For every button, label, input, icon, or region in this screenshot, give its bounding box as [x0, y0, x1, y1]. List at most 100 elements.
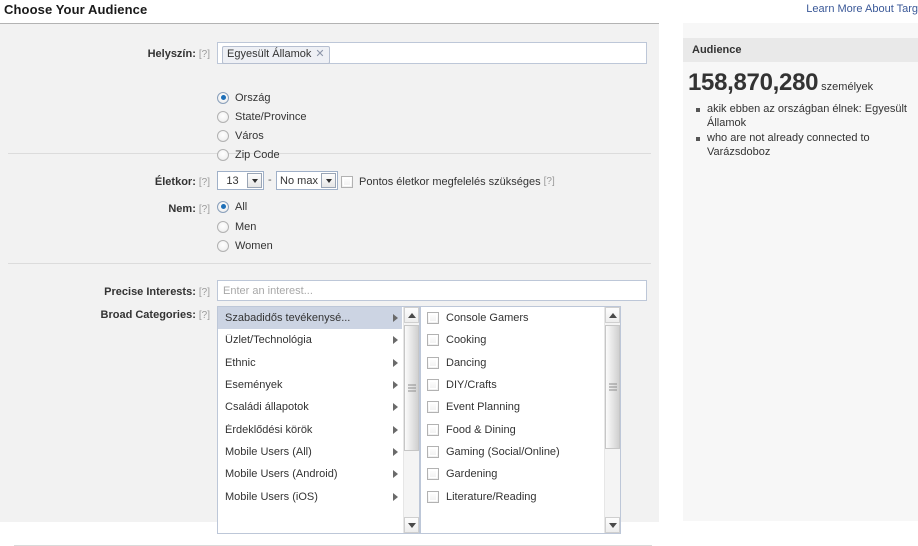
location-type-option-state[interactable]: State/Province [217, 107, 307, 126]
location-type-option-country[interactable]: Ország [217, 88, 270, 107]
broad-subcategory-label: Cooking [446, 334, 599, 346]
chevron-right-icon [393, 359, 398, 367]
broad-subcategory-item[interactable]: Literature/Reading [421, 485, 603, 507]
broad-subcategories-listbox[interactable]: Console Gamers Cooking DancingDIY/Crafts Ev… [420, 306, 621, 534]
audience-panel-title: Audience [683, 44, 742, 56]
broad-subcategory-checkbox[interactable] [427, 468, 439, 480]
gender-help-icon[interactable]: [?] [199, 204, 210, 215]
gender-option-women[interactable]: Women [217, 236, 273, 255]
audience-count-row: 158,870,280személyek [683, 69, 918, 97]
chevron-down-icon[interactable] [321, 173, 336, 188]
broad-category-item[interactable]: Események [218, 374, 402, 396]
section-divider-demographics [8, 263, 651, 264]
learn-more-about-targeting-link[interactable]: Learn More About Targ [806, 3, 918, 15]
radio-country-icon[interactable] [217, 92, 229, 104]
age-range-separator: - [268, 174, 272, 186]
broad-subcategory-checkbox[interactable] [427, 312, 439, 324]
scroll-up-arrow-icon[interactable] [404, 307, 419, 323]
age-max-select[interactable]: No max [276, 171, 338, 190]
broad-categories-help-icon[interactable]: [?] [199, 310, 210, 321]
broad-subcategory-checkbox[interactable] [427, 424, 439, 436]
precise-interests-help-icon[interactable]: [?] [199, 287, 210, 298]
radio-all-icon[interactable] [217, 201, 229, 213]
location-input[interactable]: Egyesült Államok ✕ [217, 42, 647, 64]
radio-state-icon[interactable] [217, 111, 229, 123]
chevron-right-icon [393, 448, 398, 456]
exact-age-match-checkbox[interactable] [341, 176, 353, 188]
broad-subcategory-item[interactable]: DIY/Crafts [421, 374, 603, 396]
broad-subcategory-label: Food & Dining [446, 424, 599, 436]
broad-category-item[interactable]: Mobile Users (All) [218, 441, 402, 463]
radio-state-label[interactable]: State/Province [235, 111, 307, 123]
broad-subcategories-scrollbar[interactable] [604, 307, 620, 533]
broad-subcategory-item[interactable]: Dancing [421, 352, 603, 374]
radio-men-label[interactable]: Men [235, 221, 256, 233]
age-min-value: 13 [218, 175, 247, 187]
radio-all-label[interactable]: All [235, 201, 247, 213]
broad-subcategory-item[interactable]: Gardening [421, 463, 603, 485]
broad-category-item[interactable]: Mobile Users (iOS) [218, 485, 402, 507]
radio-city-icon[interactable] [217, 130, 229, 142]
broad-category-label: Családi állapotok [225, 401, 388, 413]
audience-criteria-item: who are not already connected to Varázsd… [707, 132, 910, 159]
gender-option-men[interactable]: Men [217, 217, 256, 236]
broad-categories-scrollbar[interactable] [403, 307, 419, 533]
exact-age-match-checkbox-row[interactable]: Pontos életkor megfelelés szükséges [?] [341, 172, 555, 191]
precise-interests-label: Precise Interests:[?] [20, 286, 210, 298]
broad-subcategory-item[interactable]: Cooking [421, 329, 603, 351]
audience-count-value: 158,870,280 [688, 69, 818, 96]
broad-category-label: Mobile Users (All) [225, 446, 388, 458]
location-help-icon[interactable]: [?] [199, 49, 210, 60]
location-token-label: Egyesült Államok [227, 48, 311, 60]
location-type-option-zip[interactable]: Zip Code [217, 145, 280, 164]
scroll-down-arrow-icon[interactable] [404, 517, 419, 533]
broad-subcategory-checkbox[interactable] [427, 379, 439, 391]
broad-categories-listbox[interactable]: Szabadidős tevékenysé...Üzlet/Technológi… [217, 306, 420, 534]
location-token[interactable]: Egyesült Államok ✕ [222, 46, 330, 64]
exact-age-match-help-icon[interactable]: [?] [544, 176, 555, 187]
radio-city-label[interactable]: Város [235, 130, 264, 142]
gender-label: Nem:[?] [40, 203, 210, 215]
age-label: Életkor:[?] [40, 176, 210, 188]
exact-age-match-label[interactable]: Pontos életkor megfelelés szükséges [359, 176, 541, 188]
scrollbar-thumb[interactable] [404, 325, 419, 451]
age-min-select[interactable]: 13 [217, 171, 264, 190]
scroll-down-arrow-icon[interactable] [605, 517, 620, 533]
broad-subcategory-item[interactable]: Gaming (Social/Online) [421, 441, 603, 463]
broad-subcategory-checkbox[interactable] [427, 446, 439, 458]
broad-subcategory-checkbox[interactable] [427, 357, 439, 369]
broad-category-label: Érdeklődési körök [225, 424, 388, 436]
broad-subcategories-list: Console Gamers Cooking DancingDIY/Crafts Ev… [421, 307, 603, 533]
scrollbar-thumb[interactable] [605, 325, 620, 449]
broad-category-item[interactable]: Mobile Users (Android) [218, 463, 402, 485]
radio-zip-icon[interactable] [217, 149, 229, 161]
chevron-right-icon [393, 426, 398, 434]
location-type-option-city[interactable]: Város [217, 126, 264, 145]
gender-option-all[interactable]: All [217, 197, 247, 216]
audience-criteria-item: akik ebben az országban élnek: Egyesült … [707, 103, 910, 130]
radio-country-label[interactable]: Ország [235, 92, 270, 104]
chevron-right-icon [393, 314, 398, 322]
radio-women-label[interactable]: Women [235, 240, 273, 252]
broad-category-item[interactable]: Szabadidős tevékenysé... [218, 307, 402, 329]
broad-subcategory-checkbox[interactable] [427, 334, 439, 346]
radio-zip-label[interactable]: Zip Code [235, 149, 280, 161]
radio-women-icon[interactable] [217, 240, 229, 252]
broad-category-item[interactable]: Üzlet/Technológia [218, 329, 402, 351]
location-token-close-icon[interactable]: ✕ [315, 48, 324, 60]
age-help-icon[interactable]: [?] [199, 177, 210, 188]
broad-subcategory-item[interactable]: Console Gamers [421, 307, 603, 329]
radio-men-icon[interactable] [217, 221, 229, 233]
scroll-up-arrow-icon[interactable] [605, 307, 620, 323]
broad-category-item[interactable]: Családi állapotok [218, 396, 402, 418]
broad-subcategory-checkbox[interactable] [427, 491, 439, 503]
broad-subcategory-checkbox[interactable] [427, 401, 439, 413]
broad-subcategory-label: Event Planning [446, 401, 599, 413]
chevron-down-icon[interactable] [247, 173, 262, 188]
broad-subcategory-label: Literature/Reading [446, 491, 599, 503]
broad-subcategory-item[interactable]: Event Planning [421, 396, 603, 418]
broad-category-item[interactable]: Érdeklődési körök [218, 418, 402, 440]
precise-interests-input[interactable] [217, 280, 647, 301]
broad-category-item[interactable]: Ethnic [218, 352, 402, 374]
broad-subcategory-item[interactable]: Food & Dining [421, 418, 603, 440]
